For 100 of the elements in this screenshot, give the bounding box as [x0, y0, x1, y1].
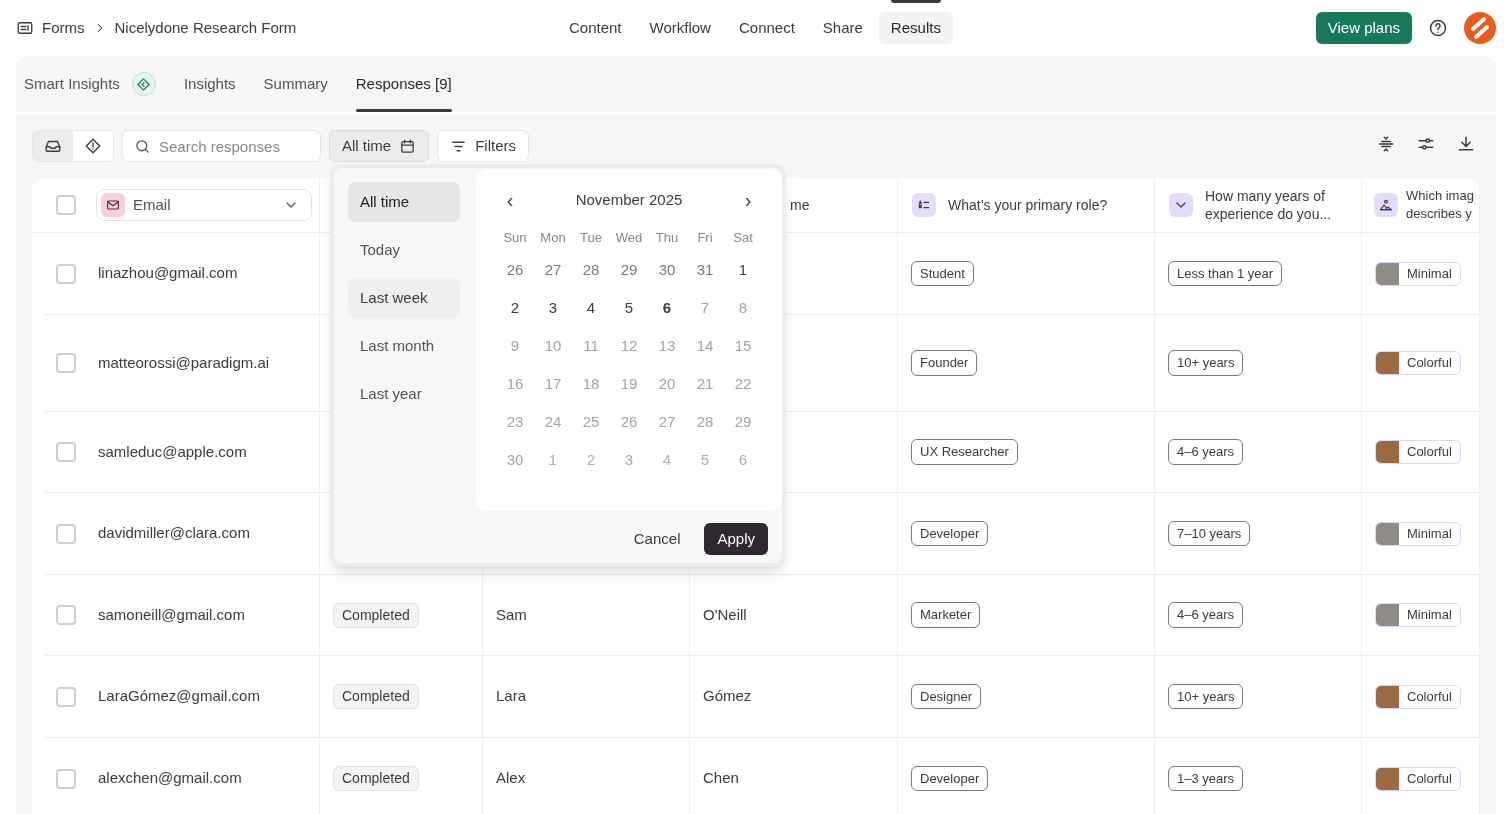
- role-tag: Developer: [911, 520, 989, 547]
- form-icon: [16, 19, 34, 37]
- cancel-button[interactable]: Cancel: [625, 523, 689, 555]
- weekday-label: Wed: [614, 229, 644, 248]
- first-name-cell-text: Lara: [496, 686, 527, 707]
- download-icon: [1456, 134, 1476, 154]
- image-choice-tag: Minimal: [1375, 521, 1461, 546]
- image-choice-tag: Colorful: [1375, 684, 1461, 709]
- years-tag: Less than 1 year: [1168, 260, 1283, 287]
- date-range-button[interactable]: All time: [329, 130, 430, 162]
- image-choice-tag: Minimal: [1375, 603, 1461, 627]
- calendar-day[interactable]: 4: [572, 289, 610, 327]
- last-name-cell-text: O'Neill: [703, 604, 747, 625]
- previous-month-button[interactable]: ‹: [500, 185, 520, 215]
- date-preset[interactable]: Today: [348, 230, 460, 270]
- email-cell-text: davidmiller@clara.com: [98, 523, 250, 544]
- search-icon: [134, 138, 151, 155]
- years-tag: 4–6 years: [1168, 602, 1244, 628]
- view-button[interactable]: [33, 131, 73, 161]
- active-indicator: [890, 0, 941, 3]
- column-header: How many years of experience do you...: [1205, 187, 1333, 223]
- years-tag: 4–6 years: [1168, 439, 1244, 465]
- calendar-day[interactable]: 1: [724, 251, 762, 289]
- photo-placeholder: [1376, 262, 1399, 285]
- tab[interactable]: Smart Insights: [24, 56, 156, 112]
- row-checkbox[interactable]: [56, 605, 76, 625]
- calendar-day[interactable]: 29: [610, 251, 648, 289]
- tab[interactable]: Summary: [263, 56, 328, 112]
- view-plans-button[interactable]: View plans: [1315, 12, 1412, 44]
- nav-tab[interactable]: Content: [557, 12, 634, 44]
- email-cell-text: linazhou@gmail.com: [98, 263, 238, 284]
- email-cell-text: LaraGómez@gmail.com: [98, 686, 260, 707]
- photo-placeholder: [1376, 522, 1399, 545]
- select-all-checkbox[interactable]: [56, 195, 76, 215]
- filters-button[interactable]: Filters: [437, 130, 530, 162]
- nav-tab[interactable]: Share: [810, 12, 875, 44]
- compress-icon: [1376, 134, 1396, 154]
- first-name-cell-text: Sam: [496, 604, 527, 625]
- calendar-day[interactable]: 27: [534, 251, 572, 289]
- date-preset[interactable]: Last month: [348, 326, 460, 366]
- tab[interactable]: Responses [9]: [355, 56, 452, 112]
- row-checkbox[interactable]: [56, 523, 76, 544]
- last-name-cell-text: Gómez: [703, 686, 752, 707]
- weekday-label: Sat: [732, 229, 754, 248]
- photo-placeholder: [1376, 685, 1399, 708]
- column-header: Which imag describes y: [1406, 187, 1474, 223]
- breadcrumb-link[interactable]: Forms: [42, 16, 85, 40]
- search-field[interactable]: Search responses: [122, 130, 321, 162]
- calendar-day[interactable]: 3: [534, 289, 572, 327]
- column-select[interactable]: Email: [96, 189, 312, 221]
- photo-placeholder: [1376, 604, 1399, 626]
- calendar-day[interactable]: 2: [496, 289, 534, 327]
- calendar-day[interactable]: 26: [496, 251, 534, 289]
- column-header: What’s your primary role?: [948, 196, 1108, 214]
- calendar-day[interactable]: 5: [610, 289, 648, 327]
- role-tag: Student: [911, 260, 974, 287]
- row-checkbox[interactable]: [56, 263, 76, 284]
- date-preset[interactable]: All time: [348, 182, 460, 222]
- years-tag: 7–10 years: [1168, 520, 1251, 547]
- row-checkbox[interactable]: [56, 442, 76, 462]
- next-month-button[interactable]: ›: [738, 185, 758, 215]
- weekday-label: Sun: [502, 229, 528, 248]
- nav-tab[interactable]: Workflow: [637, 12, 723, 44]
- weekday-label: Fri: [696, 229, 714, 248]
- date-preset[interactable]: Last year: [348, 374, 460, 414]
- row-checkbox[interactable]: [56, 768, 76, 789]
- weekday-label: Mon: [539, 229, 567, 248]
- image-choice-tag: Minimal: [1375, 261, 1461, 286]
- years-tag: 10+ years: [1168, 350, 1244, 376]
- image-choice-tag: Colorful: [1375, 440, 1461, 464]
- logo-icon[interactable]: [1464, 12, 1496, 44]
- image-choice-tag: Colorful: [1375, 351, 1461, 375]
- image-choice-tag: Colorful: [1375, 766, 1461, 791]
- row-height-button[interactable]: [1376, 134, 1396, 154]
- calendar-day[interactable]: 6: [648, 289, 686, 327]
- breadcrumb-link[interactable]: Nicelydone Research Form: [114, 16, 297, 40]
- role-tag: UX Researcher: [911, 439, 1018, 465]
- photo-placeholder: [1376, 767, 1399, 790]
- role-tag: Developer: [911, 765, 989, 792]
- row-checkbox[interactable]: [56, 686, 76, 707]
- month-title: November 2025: [575, 189, 683, 210]
- calendar-day[interactable]: 30: [648, 251, 686, 289]
- row-checkbox[interactable]: [56, 353, 76, 373]
- weekday-label: Thu: [654, 229, 680, 248]
- help-button[interactable]: [1428, 18, 1448, 38]
- role-tag: Designer: [911, 683, 982, 710]
- calendar-icon: [399, 137, 417, 155]
- diamond-icon: [136, 76, 152, 92]
- calendar-day[interactable]: 31: [686, 251, 724, 289]
- help-icon: [1428, 18, 1448, 38]
- date-preset[interactable]: Last week: [348, 278, 460, 318]
- role-tag: Founder: [911, 350, 978, 376]
- email-cell-text: alexchen@gmail.com: [98, 768, 242, 789]
- first-name-cell-text: Alex: [496, 768, 526, 789]
- download-button[interactable]: [1456, 134, 1476, 154]
- apply-button[interactable]: Apply: [704, 523, 768, 555]
- photo-placeholder: [1376, 441, 1399, 463]
- tab[interactable]: Insights: [183, 56, 236, 112]
- nav-tab[interactable]: Connect: [726, 12, 807, 44]
- calendar-day[interactable]: 28: [572, 251, 610, 289]
